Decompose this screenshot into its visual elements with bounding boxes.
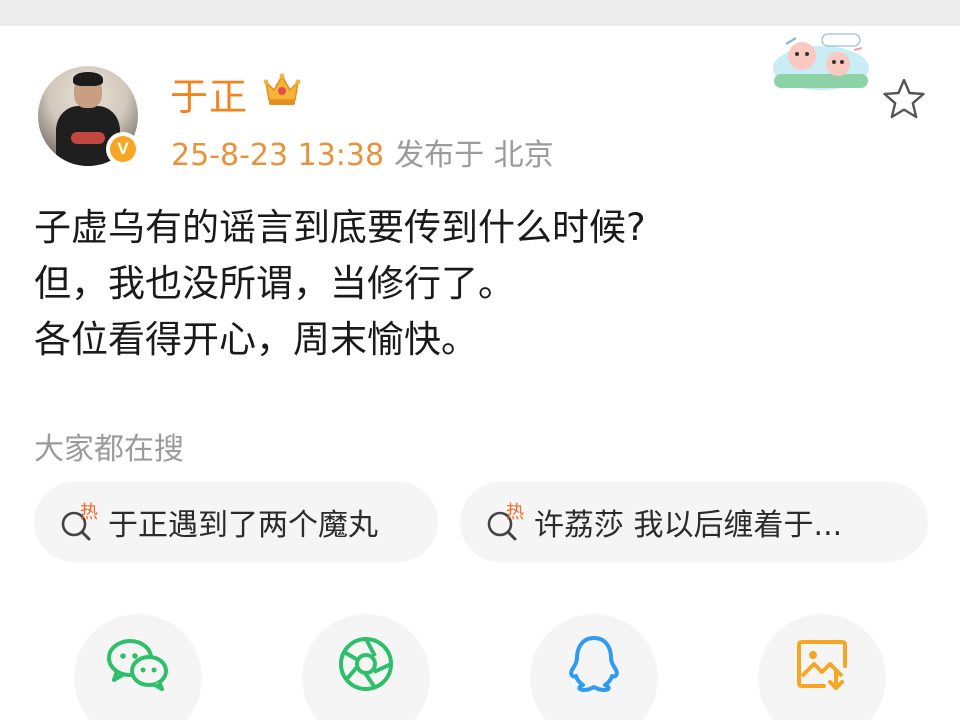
hot-search-icon: 热: [61, 502, 98, 541]
top-divider: [0, 0, 960, 26]
post-line-2: 但，我也没所谓，当修行了。: [34, 262, 515, 305]
crown-icon[interactable]: [262, 70, 302, 110]
post-line-3: 各位看得开心，周末愉快。: [34, 318, 478, 361]
star-outline-icon[interactable]: [880, 76, 928, 122]
author-name[interactable]: 于正: [170, 66, 248, 121]
trending-chip-1[interactable]: 热 于正遇到了两个魔丸: [34, 482, 438, 562]
post-time: 25-8-23 13:38: [171, 138, 385, 173]
weibo-post-screen: V 于正 25-8-23 13:38 发布于 北京 子虚乌有的谣言到底要传到什么时…: [0, 0, 960, 720]
share-qq-button[interactable]: [530, 614, 658, 720]
avatar-hair: [73, 72, 103, 86]
save-image-icon: [797, 640, 847, 690]
hot-search-icon: 热: [487, 502, 524, 541]
post-line-1: 子虚乌有的谣言到底要传到什么时候?: [34, 206, 646, 249]
post-meta: 25-8-23 13:38 发布于 北京: [171, 130, 554, 174]
share-wechat-button[interactable]: [74, 614, 202, 720]
hot-badge: 热: [80, 502, 98, 523]
verified-letter: V: [110, 136, 136, 162]
wechat-icon: [107, 639, 168, 691]
post-location: 发布于 北京: [394, 138, 554, 173]
trending-chip-label: 许荔莎 我以后缠着于...: [534, 508, 843, 543]
qq-icon: [569, 636, 619, 692]
fan-sticker-icon[interactable]: [772, 30, 870, 92]
moments-icon: [339, 637, 393, 691]
post-body: 子虚乌有的谣言到底要传到什么时候? 但，我也没所谓，当修行了。 各位看得开心，周…: [34, 200, 646, 368]
hot-badge: 热: [506, 502, 524, 523]
trending-title: 大家都在搜: [34, 432, 184, 467]
trending-chip-2[interactable]: 热 许荔莎 我以后缠着于...: [460, 482, 928, 562]
verified-badge-icon: V: [106, 132, 140, 166]
trending-chip-label: 于正遇到了两个魔丸: [108, 508, 378, 543]
save-image-button[interactable]: [758, 614, 886, 720]
avatar-hands: [71, 132, 105, 144]
author-avatar[interactable]: V: [38, 66, 140, 166]
share-moments-button[interactable]: [302, 614, 430, 720]
